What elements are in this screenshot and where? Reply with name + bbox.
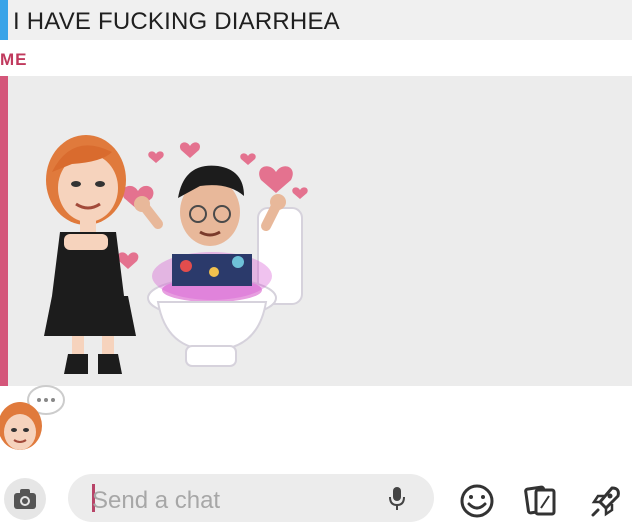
message-bubble[interactable]: I HAVE FUCKING DIARRHEA xyxy=(0,0,632,40)
chat-input-placeholder: Send a chat xyxy=(92,487,221,514)
microphone-icon[interactable] xyxy=(388,486,406,512)
bitmoji-sticker-message[interactable] xyxy=(0,76,632,386)
chat-input-field[interactable]: Send a chat xyxy=(68,474,434,522)
camera-button[interactable] xyxy=(4,478,46,520)
chat-input-bar: Send a chat xyxy=(0,468,640,525)
typing-bubble-icon xyxy=(0,385,65,450)
camera-icon xyxy=(14,489,36,509)
rocket-icon[interactable] xyxy=(586,482,624,520)
message-accent-bar xyxy=(0,0,8,40)
bitmoji-sticker-image xyxy=(44,135,308,374)
message-text: I HAVE FUCKING DIARRHEA xyxy=(13,8,340,35)
smiley-icon[interactable] xyxy=(458,482,496,520)
bitmoji-accent-bar xyxy=(0,76,8,386)
sticker-cards-icon[interactable] xyxy=(522,482,560,520)
sender-label: ME xyxy=(0,50,28,69)
